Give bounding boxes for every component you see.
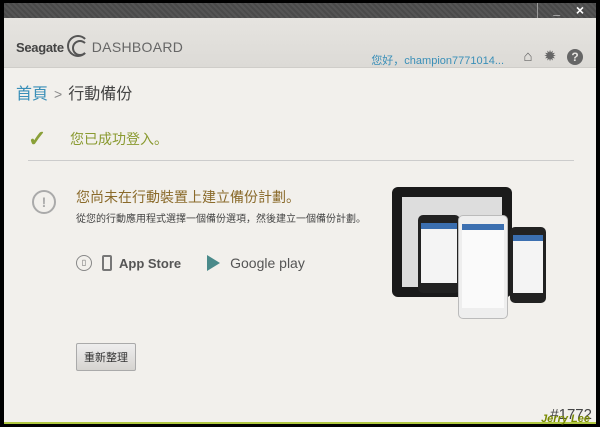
store-links: ▯ App Store Google play	[76, 255, 305, 271]
app-store-link[interactable]: App Store	[119, 256, 181, 271]
app-header: Seagate DASHBOARD 您好，champion7771014... …	[4, 18, 596, 68]
dashboard-window: _ × Seagate DASHBOARD 您好，champion7771014…	[4, 3, 596, 423]
phone-image	[418, 215, 460, 293]
phone-image	[458, 215, 508, 319]
breadcrumb: 首頁 > 行動備份	[16, 80, 132, 104]
breadcrumb-home[interactable]: 首頁	[16, 86, 48, 103]
breadcrumb-current: 行動備份	[68, 86, 133, 103]
home-icon[interactable]: ⌂	[520, 49, 536, 65]
exclamation-icon: !	[32, 190, 56, 214]
phone-image	[510, 227, 546, 303]
device-circle-icon: ▯	[76, 255, 92, 271]
google-play-icon[interactable]	[207, 255, 221, 271]
breadcrumb-separator: >	[54, 86, 63, 102]
refresh-button[interactable]: 重新整理	[76, 343, 136, 371]
notice-title: 您尚未在行動裝置上建立備份計劃。	[76, 189, 300, 205]
bottom-line	[4, 422, 596, 424]
success-text: 您已成功登入。	[70, 131, 168, 147]
notice-body: 從您的行動應用程式選擇一個備份選項，然後建立一個備份計劃。	[76, 214, 366, 225]
seagate-logo-icon	[66, 35, 89, 57]
title-separator	[537, 3, 538, 18]
watermark-author: Jerry Lee	[541, 413, 590, 425]
brand-name: Seagate	[16, 39, 64, 55]
seagate-logo: Seagate DASHBOARD	[16, 35, 184, 58]
title-bar: _ ×	[4, 3, 596, 18]
user-greeting[interactable]: 您好，champion7771014...	[371, 52, 504, 68]
gear-icon[interactable]: ✹	[542, 49, 558, 65]
checkmark-icon: ✓	[28, 126, 47, 151]
divider	[28, 160, 574, 161]
success-message: ✓ 您已成功登入。	[28, 126, 168, 152]
close-button[interactable]: ×	[576, 3, 584, 17]
phone-icon	[102, 255, 112, 271]
help-icon[interactable]: ?	[567, 49, 583, 65]
minimize-button[interactable]: _	[553, 3, 560, 17]
mobile-devices-illustration	[388, 183, 548, 323]
google-play-link[interactable]: Google play	[230, 255, 305, 271]
product-name: DASHBOARD	[91, 39, 184, 55]
